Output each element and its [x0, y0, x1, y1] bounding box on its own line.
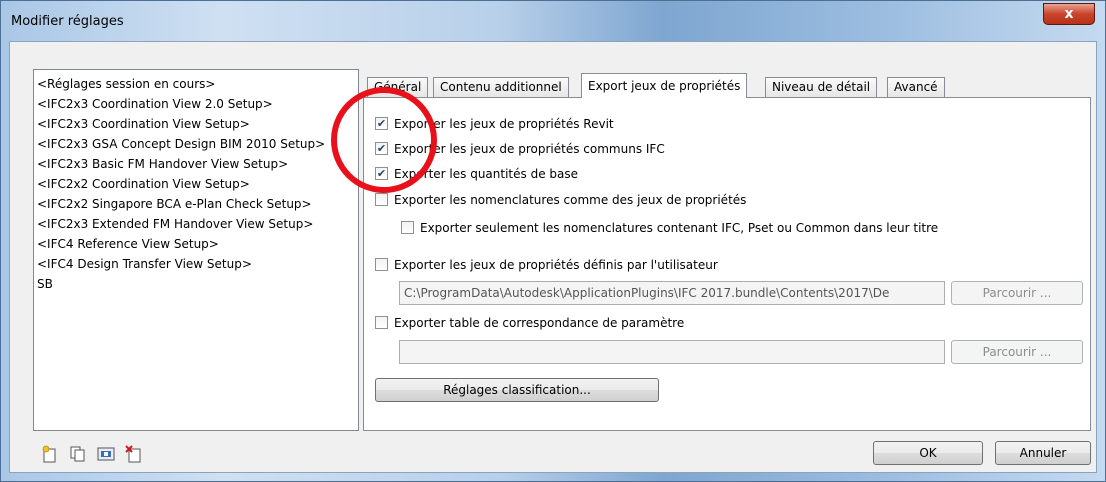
export-revit-psets-option[interactable]: ✔ Exporter les jeux de propriétés Revit	[375, 116, 614, 134]
export-revit-psets-checkbox[interactable]: ✔	[375, 117, 388, 130]
list-item[interactable]: <Réglages session en cours>	[37, 74, 355, 94]
export-base-quantities-option[interactable]: ✔ Exporter les quantités de base	[375, 166, 578, 184]
list-item[interactable]: <IFC2x2 Singapore BCA e-Plan Check Setup…	[37, 194, 355, 214]
option-label: Exporter les jeux de propriétés communs …	[394, 142, 665, 156]
list-item[interactable]: <IFC2x3 Coordination View 2.0 Setup>	[37, 94, 355, 114]
tab-general[interactable]: Général	[367, 77, 429, 97]
export-param-mapping-option[interactable]: Exporter table de correspondance de para…	[375, 315, 684, 333]
param-mapping-path-field[interactable]	[399, 340, 945, 364]
export-schedules-checkbox[interactable]	[375, 193, 388, 206]
option-label: Exporter table de correspondance de para…	[394, 316, 685, 330]
browse-param-mapping-button[interactable]: Parcourir ...	[951, 340, 1083, 364]
export-user-psets-option[interactable]: Exporter les jeux de propriétés définis …	[375, 257, 718, 275]
tab-level-of-detail[interactable]: Niveau de détail	[765, 77, 878, 97]
option-label: Exporter les quantités de base	[394, 167, 578, 181]
title-bar[interactable]: Modifier réglages x	[1, 1, 1106, 41]
user-psets-path-field[interactable]: C:\ProgramData\Autodesk\ApplicationPlugi…	[399, 281, 945, 305]
export-schedules-only-checkbox[interactable]	[401, 221, 414, 234]
list-item[interactable]: <IFC2x3 Basic FM Handover View Setup>	[37, 154, 355, 174]
cancel-button[interactable]: Annuler	[995, 441, 1091, 465]
setup-list[interactable]: <Réglages session en cours> <IFC2x3 Coor…	[33, 69, 359, 431]
option-label: Exporter les jeux de propriétés définis …	[394, 258, 718, 272]
delete-setup-icon[interactable]	[125, 445, 143, 463]
classification-settings-button[interactable]: Réglages classification...	[375, 378, 659, 402]
export-ifc-common-checkbox[interactable]: ✔	[375, 142, 388, 155]
dialog-window: Modifier réglages x <Réglages session en…	[0, 0, 1106, 482]
list-item[interactable]: <IFC4 Design Transfer View Setup>	[37, 254, 355, 274]
new-setup-icon[interactable]	[41, 445, 59, 463]
browse-user-psets-button[interactable]: Parcourir ...	[951, 281, 1083, 305]
option-label: Exporter seulement les nomenclatures con…	[420, 221, 939, 235]
export-user-psets-checkbox[interactable]	[375, 258, 388, 271]
rename-setup-icon[interactable]	[97, 445, 115, 463]
close-button[interactable]: x	[1043, 3, 1095, 25]
tab-property-sets[interactable]: Export jeux de propriétés	[581, 73, 748, 98]
option-label: Exporter les nomenclatures comme des jeu…	[394, 193, 747, 207]
list-item[interactable]: SB	[37, 274, 355, 294]
option-label: Exporter les jeux de propriétés Revit	[394, 117, 614, 131]
list-item[interactable]: <IFC2x3 Extended FM Handover View Setup>	[37, 214, 355, 234]
ok-button[interactable]: OK	[873, 441, 983, 465]
tab-advanced[interactable]: Avancé	[887, 77, 945, 97]
list-item[interactable]: <IFC4 Reference View Setup>	[37, 234, 355, 254]
list-item[interactable]: <IFC2x2 Coordination View Setup>	[37, 174, 355, 194]
duplicate-setup-icon[interactable]	[69, 445, 87, 463]
export-schedules-only-option[interactable]: Exporter seulement les nomenclatures con…	[401, 220, 938, 238]
export-ifc-common-option[interactable]: ✔ Exporter les jeux de propriétés communs…	[375, 141, 665, 159]
export-base-quantities-checkbox[interactable]: ✔	[375, 167, 388, 180]
tab-additional-content[interactable]: Contenu additionnel	[433, 77, 569, 97]
export-param-mapping-checkbox[interactable]	[375, 316, 388, 329]
list-item[interactable]: <IFC2x3 GSA Concept Design BIM 2010 Setu…	[37, 134, 355, 154]
window-title: Modifier réglages	[11, 14, 124, 29]
export-schedules-option[interactable]: Exporter les nomenclatures comme des jeu…	[375, 192, 746, 210]
list-item[interactable]: <IFC2x3 Coordination View Setup>	[37, 114, 355, 134]
